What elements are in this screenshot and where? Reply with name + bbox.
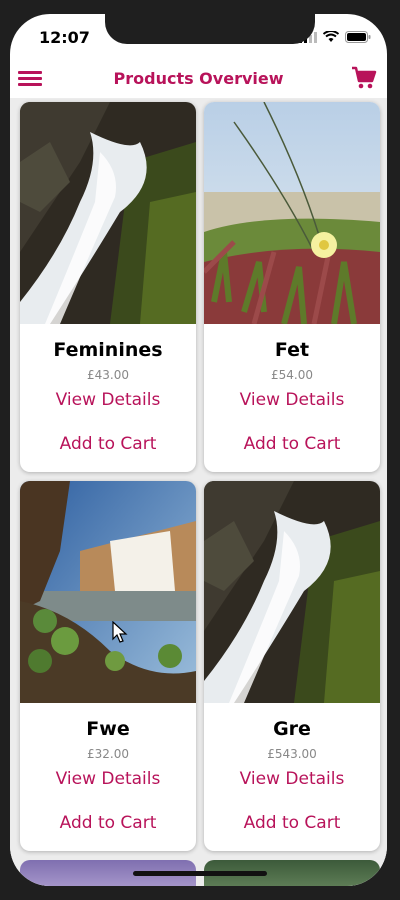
product-title: Gre: [273, 718, 311, 740]
add-to-cart-button[interactable]: Add to Cart: [204, 434, 380, 454]
battery-icon: [345, 31, 371, 43]
product-grid: Feminines £43.00 View Details Add to Car…: [10, 98, 387, 886]
product-image[interactable]: [204, 481, 380, 703]
product-image[interactable]: [204, 102, 380, 324]
device-notch: [105, 14, 315, 44]
app-header: Products Overview: [10, 58, 387, 98]
product-card[interactable]: Gre £543.00 View Details Add to Cart: [204, 481, 380, 851]
product-image[interactable]: [20, 102, 196, 324]
product-price: £32.00: [87, 747, 129, 761]
product-card[interactable]: Feminines £43.00 View Details Add to Car…: [20, 102, 196, 472]
product-card[interactable]: Fwe £32.00 View Details Add to Cart: [20, 481, 196, 851]
shopping-cart-icon[interactable]: [351, 66, 377, 90]
view-details-button[interactable]: View Details: [204, 769, 380, 789]
page-title: Products Overview: [113, 68, 284, 88]
view-details-button[interactable]: View Details: [20, 769, 196, 789]
add-to-cart-button[interactable]: Add to Cart: [204, 813, 380, 833]
app-screen: 12:07 Products Overview Feminines £43.00…: [10, 14, 387, 886]
product-title: Fet: [274, 339, 310, 361]
product-price: £43.00: [87, 368, 129, 382]
product-title: Feminines: [53, 339, 163, 361]
product-title: Fwe: [86, 718, 130, 740]
product-card[interactable]: Fet £54.00 View Details Add to Cart: [204, 102, 380, 472]
product-image[interactable]: [20, 481, 196, 703]
add-to-cart-button[interactable]: Add to Cart: [20, 434, 196, 454]
phone-frame: 12:07 Products Overview Feminines £43.00…: [0, 0, 400, 900]
wifi-icon: [323, 31, 339, 42]
add-to-cart-button[interactable]: Add to Cart: [20, 813, 196, 833]
home-indicator[interactable]: [133, 871, 267, 876]
status-time: 12:07: [39, 28, 90, 47]
product-price: £543.00: [267, 747, 317, 761]
hamburger-menu-icon[interactable]: [18, 68, 42, 88]
view-details-button[interactable]: View Details: [20, 390, 196, 410]
product-price: £54.00: [271, 368, 313, 382]
mouse-pointer-icon: [112, 621, 128, 643]
view-details-button[interactable]: View Details: [204, 390, 380, 410]
